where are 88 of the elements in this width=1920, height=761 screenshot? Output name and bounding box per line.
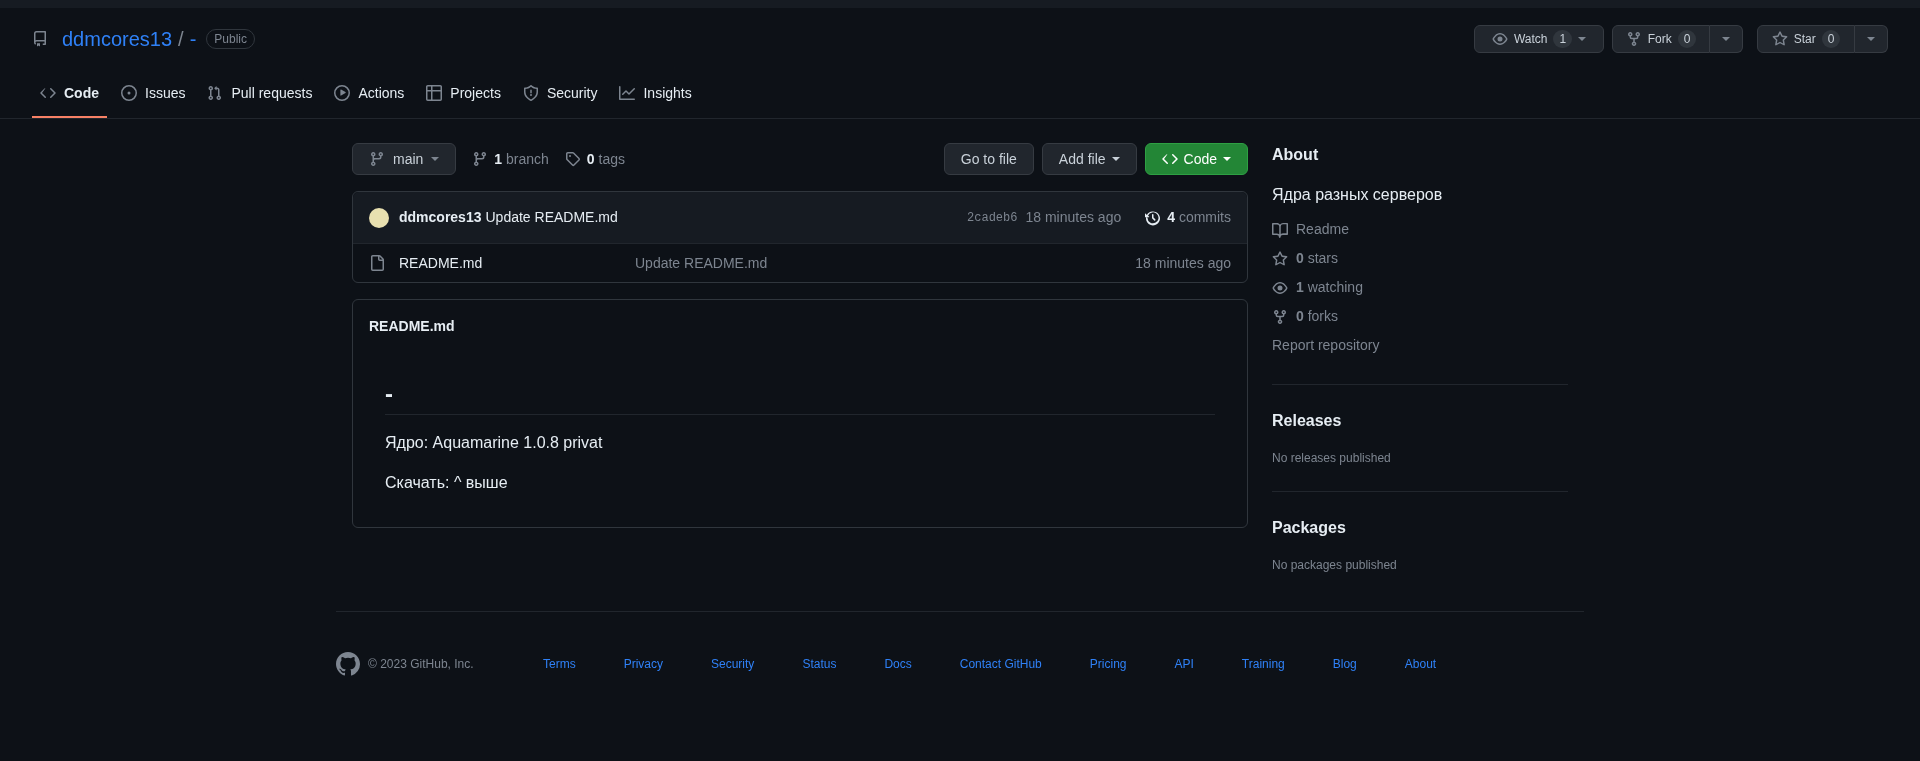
footer-link[interactable]: Training xyxy=(1241,655,1285,673)
nav-tab[interactable]: Issues xyxy=(113,70,194,118)
footer-link[interactable]: Pricing xyxy=(1089,655,1127,673)
readme-title: README.md xyxy=(369,318,455,334)
branch-icon xyxy=(472,151,489,167)
footer-link[interactable]: Status xyxy=(802,655,837,673)
stars-link[interactable]: 0 stars xyxy=(1272,244,1568,273)
packages-heading: Packages xyxy=(1272,518,1347,538)
empty-state-text: No packages published xyxy=(1272,557,1398,574)
footer-link[interactable]: Contact GitHub xyxy=(959,655,1042,673)
insights-icon xyxy=(619,85,636,101)
branch-icon xyxy=(369,151,385,167)
pulls-icon xyxy=(207,85,224,101)
repo-name-link[interactable]: - xyxy=(189,24,197,54)
commit-sha-link[interactable]: 2cadeb6 xyxy=(967,208,1018,227)
caret-icon xyxy=(431,157,440,161)
forks-link[interactable]: 0 forks xyxy=(1272,302,1568,331)
fork-icon xyxy=(1272,308,1288,325)
copyright-text: © 2023 GitHub, Inc. xyxy=(368,656,474,673)
security-icon xyxy=(522,85,539,101)
nav-tab[interactable]: Security xyxy=(514,70,606,118)
projects-icon xyxy=(426,85,443,101)
nav-tab[interactable]: Actions xyxy=(326,70,413,118)
go-to-file-button[interactable]: Go to file xyxy=(943,143,1034,175)
readme-paragraph: Ядро: Aquamarine 1.0.8 privat xyxy=(385,433,604,453)
star-button[interactable]: Star 0 xyxy=(1757,25,1855,53)
readme-paragraph: Скачать: ^ выше xyxy=(385,473,509,493)
report-repository-link[interactable]: Report repository xyxy=(1272,335,1380,356)
footer-link[interactable]: Blog xyxy=(1332,655,1357,673)
watching-link[interactable]: 1 watching xyxy=(1272,273,1568,302)
caret-icon xyxy=(1722,37,1730,41)
code-button[interactable]: Code xyxy=(1144,143,1248,175)
commit-author-link[interactable]: ddmcores13 xyxy=(399,207,482,228)
repo-owner-link[interactable]: ddmcores13 xyxy=(62,24,173,54)
footer-link[interactable]: API xyxy=(1174,655,1194,673)
tags-link[interactable]: 0 tags xyxy=(564,148,625,170)
repo-description: Ядра разных серверов xyxy=(1272,185,1444,205)
commit-message-link[interactable]: Update README.md xyxy=(485,207,618,228)
star-icon xyxy=(1272,250,1288,267)
repo-icon xyxy=(32,31,48,47)
dropdown-button[interactable] xyxy=(1855,25,1888,53)
commit-message-link[interactable]: Update README.md xyxy=(635,254,768,271)
dropdown-button[interactable] xyxy=(1710,25,1743,53)
footer-link[interactable]: About xyxy=(1404,655,1437,673)
about-heading: About xyxy=(1272,145,1320,165)
caret-icon xyxy=(1223,157,1231,161)
code-icon xyxy=(1161,151,1178,167)
issues-icon xyxy=(121,85,137,101)
watch-button[interactable]: Watch 1 xyxy=(1474,25,1604,53)
branch-select-button[interactable]: main xyxy=(352,143,457,175)
eye-icon xyxy=(1272,279,1288,296)
fork-button[interactable]: Fork 0 xyxy=(1612,25,1710,53)
nav-tab[interactable]: Pull requests xyxy=(199,70,321,118)
counter: 0 xyxy=(1821,30,1841,48)
commits-link[interactable]: 4 commits xyxy=(1145,207,1231,228)
actions-icon xyxy=(334,85,351,101)
commit-time: 18 minutes ago xyxy=(1025,208,1122,227)
caret-icon xyxy=(1578,37,1587,41)
fork-icon xyxy=(1625,31,1642,47)
caret-icon xyxy=(1111,157,1120,161)
path-separator: / xyxy=(178,27,184,52)
footer-link[interactable]: Terms xyxy=(543,655,576,673)
eye-icon xyxy=(1491,31,1508,47)
branches-link[interactable]: 1 branch xyxy=(472,148,549,170)
footer-link[interactable]: Docs xyxy=(884,655,912,673)
history-icon xyxy=(1145,209,1162,226)
nav-tab[interactable]: Code xyxy=(32,70,107,118)
counter: 0 xyxy=(1677,30,1697,48)
book-icon xyxy=(1272,221,1288,238)
nav-tab[interactable]: Insights xyxy=(611,70,700,118)
footer-link[interactable]: Privacy xyxy=(623,655,663,673)
releases-heading: Releases xyxy=(1272,411,1343,431)
avatar xyxy=(369,207,389,228)
code-icon xyxy=(40,85,56,101)
empty-state-text: No releases published xyxy=(1272,450,1392,467)
file-name-link[interactable]: README.md xyxy=(399,254,483,271)
github-logo-icon xyxy=(336,652,360,676)
footer-link[interactable]: Security xyxy=(711,655,755,673)
tag-icon xyxy=(564,151,581,167)
counter: 1 xyxy=(1553,30,1573,48)
caret-icon xyxy=(1867,37,1875,41)
nav-tab[interactable]: Projects xyxy=(418,70,509,118)
readme-heading: - xyxy=(385,380,394,408)
star-icon xyxy=(1771,31,1788,47)
file-time: 18 minutes ago xyxy=(1135,253,1231,273)
readme-link[interactable]: Readme xyxy=(1272,215,1568,244)
add-file-button[interactable]: Add file xyxy=(1041,143,1137,175)
file-icon xyxy=(369,255,385,271)
